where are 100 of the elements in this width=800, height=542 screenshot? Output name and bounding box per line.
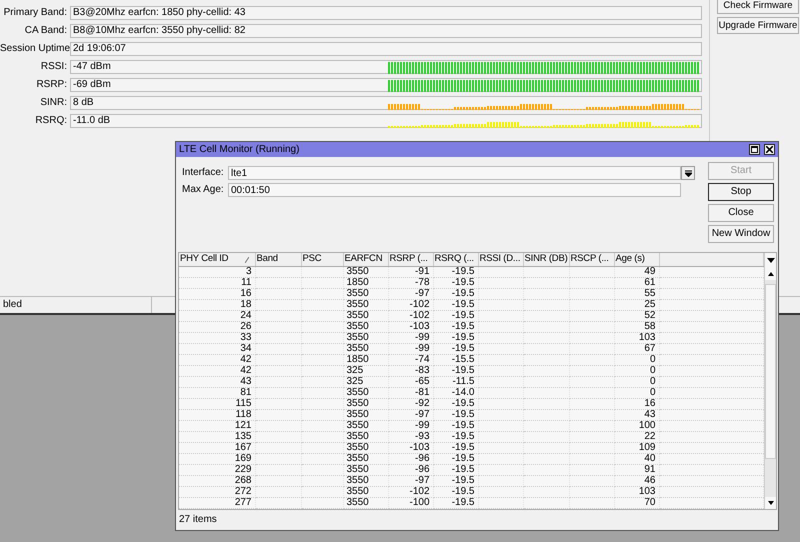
- table-cell: 22: [614, 432, 659, 442]
- table-cell: -19.5: [433, 322, 478, 332]
- table-cell: 3550: [343, 300, 388, 310]
- table-cell: 33: [179, 332, 255, 344]
- column-header[interactable]: RSRQ (...: [433, 252, 478, 266]
- field-label: CA Band:: [24, 25, 68, 37]
- table-cell: -83: [388, 366, 433, 376]
- table-cell: 115: [179, 398, 255, 410]
- table-cell: -81: [388, 388, 433, 398]
- table-cell: -102: [388, 300, 433, 310]
- table-cell: 3550: [343, 288, 388, 300]
- close-button[interactable]: [764, 144, 775, 156]
- table-cell: 34: [179, 344, 255, 354]
- table-cell: -99: [388, 332, 433, 344]
- column-header[interactable]: PSC: [301, 252, 343, 266]
- table-cell: 26: [179, 322, 255, 332]
- table-cell: 1850: [343, 354, 388, 366]
- table-cell: -102: [388, 310, 433, 322]
- scrollbar-track[interactable]: [765, 280, 776, 497]
- table-cell: 229: [179, 464, 255, 476]
- table-cell: 268: [179, 476, 255, 486]
- window-title: LTE Cell Monitor (Running): [179, 144, 300, 156]
- scrollbar-thumb[interactable]: [765, 284, 776, 458]
- table-cell: 3550: [343, 464, 388, 476]
- column-header[interactable]: Age (s): [614, 252, 659, 266]
- table-cell: 109: [614, 442, 659, 454]
- column-header[interactable]: RSRP (...: [388, 252, 433, 266]
- maximize-button[interactable]: [749, 144, 760, 156]
- table-cell: 25: [614, 300, 659, 310]
- table-cell: -15.5: [433, 354, 478, 366]
- up-arrow-icon: [768, 272, 774, 276]
- item-count: 27 items: [179, 514, 217, 525]
- column-header[interactable]: EARFCN: [343, 252, 388, 266]
- table-cell: -92: [388, 398, 433, 410]
- column-header[interactable]: SINR (DB): [523, 252, 569, 266]
- table-cell: -19.5: [433, 476, 478, 486]
- table-cell: -19.5: [433, 420, 478, 432]
- table-cell: 42: [179, 366, 255, 376]
- dialog-button[interactable]: Close: [708, 204, 774, 222]
- table-cell: -97: [388, 288, 433, 300]
- column-header[interactable]: RSCP (...: [569, 252, 614, 266]
- table-cell: 3550: [343, 344, 388, 354]
- column-header[interactable]: RSSI (D...: [478, 252, 523, 266]
- table-cell: 277: [179, 498, 255, 508]
- dialog-button[interactable]: Stop: [708, 183, 774, 202]
- table-cell: 3550: [343, 310, 388, 322]
- table-cell: -19.5: [433, 410, 478, 420]
- table-cell: 3550: [343, 420, 388, 432]
- table-cell: -11.5: [433, 376, 478, 388]
- table-cell: 325: [343, 366, 388, 376]
- table-cell: -19.5: [433, 442, 478, 454]
- table-cell: 100: [614, 420, 659, 432]
- table-cell: 0: [614, 354, 659, 366]
- table-cell: 3550: [343, 332, 388, 344]
- field-value: 8 dB: [73, 97, 94, 109]
- table-cell: 0: [614, 376, 659, 388]
- close-icon: [766, 146, 773, 154]
- table-cell: -96: [388, 454, 433, 464]
- table-cell: -99: [388, 344, 433, 354]
- table-cell: -100: [388, 498, 433, 508]
- table-cell: 0: [614, 388, 659, 398]
- table-cell: -91: [388, 266, 433, 278]
- table-cell: 18: [179, 300, 255, 310]
- table-cell: -19.5: [433, 266, 478, 278]
- table-cell: -97: [388, 476, 433, 486]
- field-label: Interface:: [182, 167, 225, 180]
- table-cell: 121: [179, 420, 255, 432]
- max-age-field[interactable]: 00:01:50: [228, 183, 681, 198]
- table-cell: 3550: [343, 388, 388, 398]
- table-cell: 135: [179, 432, 255, 442]
- column-header[interactable]: PHY Cell ID: [179, 252, 255, 266]
- table-cell: 70: [614, 498, 659, 508]
- table-cell: 3550: [343, 322, 388, 332]
- table-cell: 3550: [343, 266, 388, 278]
- table-cell: -19.5: [433, 288, 478, 300]
- column-header[interactable]: Band: [255, 252, 301, 266]
- table-cell: -93: [388, 432, 433, 442]
- dialog-button[interactable]: New Window: [708, 225, 774, 244]
- table-cell: 3550: [343, 498, 388, 508]
- table-cell: -103: [388, 442, 433, 454]
- table-cell: 42: [179, 354, 255, 366]
- field-label: RSRP:: [35, 79, 68, 91]
- table-cell: 55: [614, 288, 659, 300]
- table-cell: -19.5: [433, 432, 478, 442]
- table-cell: -19.5: [433, 310, 478, 322]
- field-value: -11.0 dB: [73, 115, 110, 127]
- table-cell: 103: [614, 332, 659, 344]
- table-cell: 67: [614, 344, 659, 354]
- dropdown-arrow-icon: [684, 170, 692, 177]
- table-cell: -103: [388, 322, 433, 332]
- table-cell: 3550: [343, 432, 388, 442]
- dropdown-button[interactable]: [681, 166, 695, 180]
- table-cell: 49: [614, 266, 659, 278]
- table-cell: 52: [614, 310, 659, 322]
- interface-dropdown[interactable]: lte1: [228, 166, 681, 180]
- table-cell: 11: [179, 278, 255, 288]
- firmware-button[interactable]: Check Firmware: [717, 0, 799, 14]
- status-text: bled: [0, 297, 152, 313]
- table-cell: 16: [614, 398, 659, 410]
- firmware-button[interactable]: Upgrade Firmware: [717, 17, 799, 34]
